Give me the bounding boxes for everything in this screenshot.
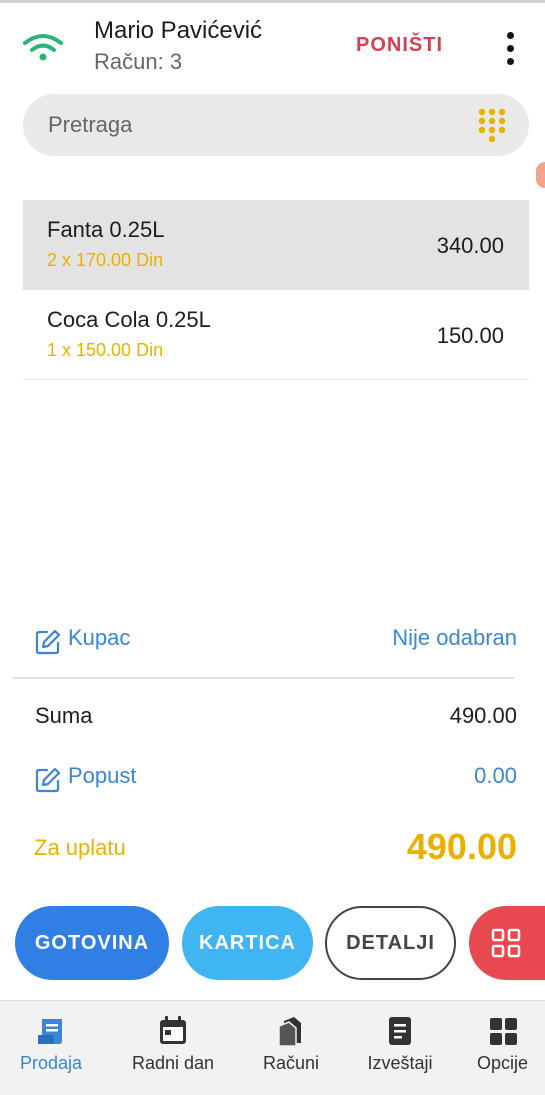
customer-label[interactable]: Kupac bbox=[68, 625, 130, 651]
item-name: Fanta 0.25L bbox=[47, 217, 165, 242]
sum-value: 490.00 bbox=[449, 703, 517, 728]
details-button[interactable]: DETALJI bbox=[325, 906, 456, 980]
item-quantity-price: 2 x 170.00 Din bbox=[47, 250, 164, 270]
nav-label: Računi bbox=[262, 1053, 320, 1073]
nav-label: Radni dan bbox=[131, 1053, 215, 1073]
receipt-items-list: Fanta 0.25L 2 x 170.00 Din 340.00 Coca C… bbox=[23, 200, 529, 380]
divider bbox=[12, 677, 514, 679]
edit-icon bbox=[35, 767, 61, 793]
amount-due-label: Za uplatu bbox=[34, 835, 126, 860]
nav-item-racuni[interactable]: Računi bbox=[245, 1001, 337, 1095]
search-bar[interactable] bbox=[23, 94, 529, 156]
user-name: Mario Pavićević bbox=[94, 17, 263, 44]
nav-label: Prodaja bbox=[19, 1053, 83, 1073]
calendar-icon bbox=[160, 1016, 186, 1044]
search-input[interactable] bbox=[48, 104, 448, 146]
card-button[interactable]: KARTICA bbox=[182, 906, 313, 980]
grid-icon bbox=[491, 928, 521, 958]
list-item[interactable]: Coca Cola 0.25L 1 x 150.00 Din 150.00 bbox=[23, 290, 529, 380]
edit-icon bbox=[35, 629, 61, 655]
dialpad-icon[interactable] bbox=[478, 108, 506, 142]
cancel-button[interactable]: PONIŠTI bbox=[356, 34, 443, 57]
amount-due-value: 490.00 bbox=[406, 826, 517, 867]
discount-label[interactable]: Popust bbox=[68, 763, 137, 789]
wifi-icon bbox=[23, 34, 63, 61]
options-icon bbox=[489, 1018, 517, 1045]
sum-label: Suma bbox=[35, 703, 93, 728]
list-item[interactable]: Fanta 0.25L 2 x 170.00 Din 340.00 bbox=[23, 200, 529, 290]
receipts-icon bbox=[278, 1017, 301, 1047]
app-header: Mario Pavićević Račun: 3 PONIŠTI bbox=[0, 3, 545, 85]
discount-row[interactable]: Popust 0.00 bbox=[34, 762, 517, 796]
item-total: 150.00 bbox=[436, 323, 504, 348]
cash-button[interactable]: GOTOVINA bbox=[15, 906, 169, 980]
nav-item-radni-dan[interactable]: Radni dan bbox=[120, 1001, 226, 1095]
more-vert-icon[interactable] bbox=[498, 29, 524, 69]
item-quantity-price: 1 x 150.00 Din bbox=[47, 340, 164, 360]
discount-value[interactable]: 0.00 bbox=[474, 763, 517, 789]
sale-icon bbox=[38, 1019, 62, 1044]
receipt-number: Račun: 3 bbox=[94, 49, 183, 74]
grid-button[interactable] bbox=[469, 906, 545, 980]
nav-item-prodaja[interactable]: Prodaja bbox=[0, 1001, 102, 1095]
nav-label: Izveštaji bbox=[367, 1053, 433, 1073]
nav-label: Opcije bbox=[476, 1053, 529, 1073]
item-total: 340.00 bbox=[436, 233, 504, 258]
floating-handle[interactable] bbox=[536, 162, 545, 188]
nav-item-opcije[interactable]: Opcije bbox=[460, 1001, 545, 1095]
item-name: Coca Cola 0.25L bbox=[47, 307, 211, 332]
nav-item-izvestaji[interactable]: Izveštaji bbox=[352, 1001, 448, 1095]
customer-row[interactable]: Kupac Nije odabran bbox=[34, 624, 517, 658]
report-icon bbox=[389, 1017, 411, 1045]
customer-value[interactable]: Nije odabran bbox=[392, 625, 517, 651]
bottom-navigation: Prodaja Radni dan Računi Izveštaji Opcij… bbox=[0, 1000, 545, 1095]
